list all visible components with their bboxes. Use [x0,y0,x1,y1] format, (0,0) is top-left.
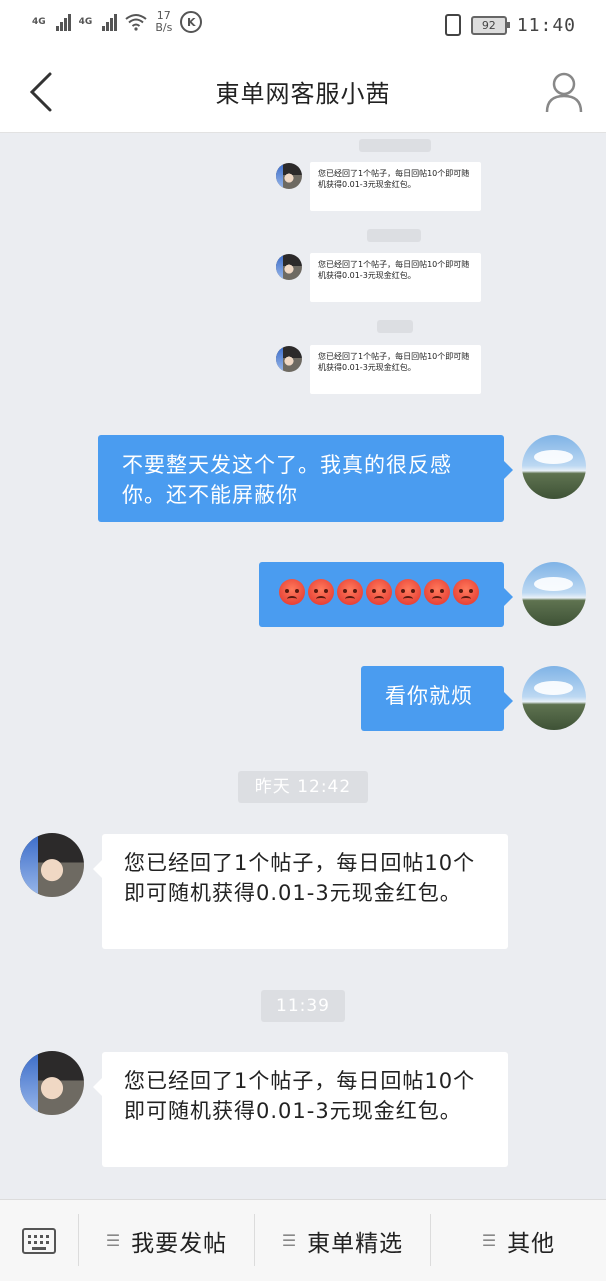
profile-button[interactable] [544,70,584,114]
my-emoji-message[interactable] [259,562,513,627]
contact-message[interactable]: 您已经回了1个帖子，每日回帖10个即可随机获得0.01-3元现金红包。 [93,1052,508,1167]
k-badge-icon: K [180,11,203,33]
status-bar: 4G 4G 17 B/s K 92 11:40 [0,0,606,52]
menu-post-label: 我要发帖 [131,1230,228,1257]
mini-message: 您已经回了1个帖子，每日回帖10个即可随机获得0.01-3元现金红包。 [310,345,481,394]
keyboard-toggle-button[interactable] [0,1200,78,1281]
network-speed: 17 B/s [155,10,172,34]
angry-face-icon [366,579,392,605]
angry-face-icon [279,579,305,605]
network-type-2: 4G [78,16,93,27]
menu-featured[interactable]: ☰ 東单精选 [255,1200,430,1281]
angry-face-icon [395,579,421,605]
bottom-menu-bar: ☰ 我要发帖 ☰ 東单精选 ☰ 其他 [0,1199,606,1281]
vibrate-icon [444,14,461,36]
keyboard-icon [22,1227,56,1254]
mini-timestamp [377,320,413,333]
status-left: 4G 4G 17 B/s K [32,10,203,34]
timestamp: 昨天 12:42 [238,771,368,803]
angry-face-icon [424,579,450,605]
menu-post[interactable]: ☰ 我要发帖 [79,1200,254,1281]
contact-avatar[interactable] [20,833,84,897]
chat-header: 東单网客服小茜 [0,52,606,133]
mini-timestamp [367,229,421,242]
my-message[interactable]: 不要整天发这个了。我真的很反感你。还不能屏蔽你 [98,435,513,522]
menu-icon: ☰ [105,1231,122,1250]
my-avatar[interactable] [522,666,586,730]
message-list[interactable]: 您已经回了1个帖子，每日回帖10个即可随机获得0.01-3元现金红包。 您已经回… [0,133,606,1199]
mini-timestamp [359,139,431,152]
clock: 11:40 [516,14,576,36]
mini-avatar [276,254,302,280]
speed-unit: B/s [155,21,173,34]
angry-emoji-row [279,579,484,605]
menu-other-label: 其他 [507,1230,556,1257]
contact-avatar[interactable] [20,1051,84,1115]
mini-avatar [276,346,302,372]
angry-face-icon [308,579,334,605]
contact-message[interactable]: 您已经回了1个帖子，每日回帖10个即可随机获得0.01-3元现金红包。 [93,834,508,949]
status-right: 92 11:40 [444,14,576,36]
angry-face-icon [453,579,479,605]
menu-other[interactable]: ☰ 其他 [431,1200,606,1281]
battery-level: 92 [481,18,496,32]
angry-face-icon [337,579,363,605]
menu-featured-label: 東单精选 [307,1230,404,1257]
signal-icon-2 [102,13,118,31]
mini-message: 您已经回了1个帖子，每日回帖10个即可随机获得0.01-3元现金红包。 [310,253,481,302]
page-title: 東单网客服小茜 [215,80,391,108]
my-avatar[interactable] [522,435,586,499]
mini-message: 您已经回了1个帖子，每日回帖10个即可随机获得0.01-3元现金红包。 [310,162,481,211]
menu-icon: ☰ [481,1231,498,1250]
timestamp: 11:39 [261,990,345,1022]
my-avatar[interactable] [522,562,586,626]
network-type-1: 4G [32,16,46,27]
wifi-icon [125,14,147,31]
battery-icon: 92 [470,15,510,35]
my-message[interactable]: 看你就烦 [361,666,513,731]
mini-avatar [276,163,302,189]
user-icon [545,72,583,113]
signal-icon-1 [55,13,71,31]
menu-icon: ☰ [281,1231,298,1250]
